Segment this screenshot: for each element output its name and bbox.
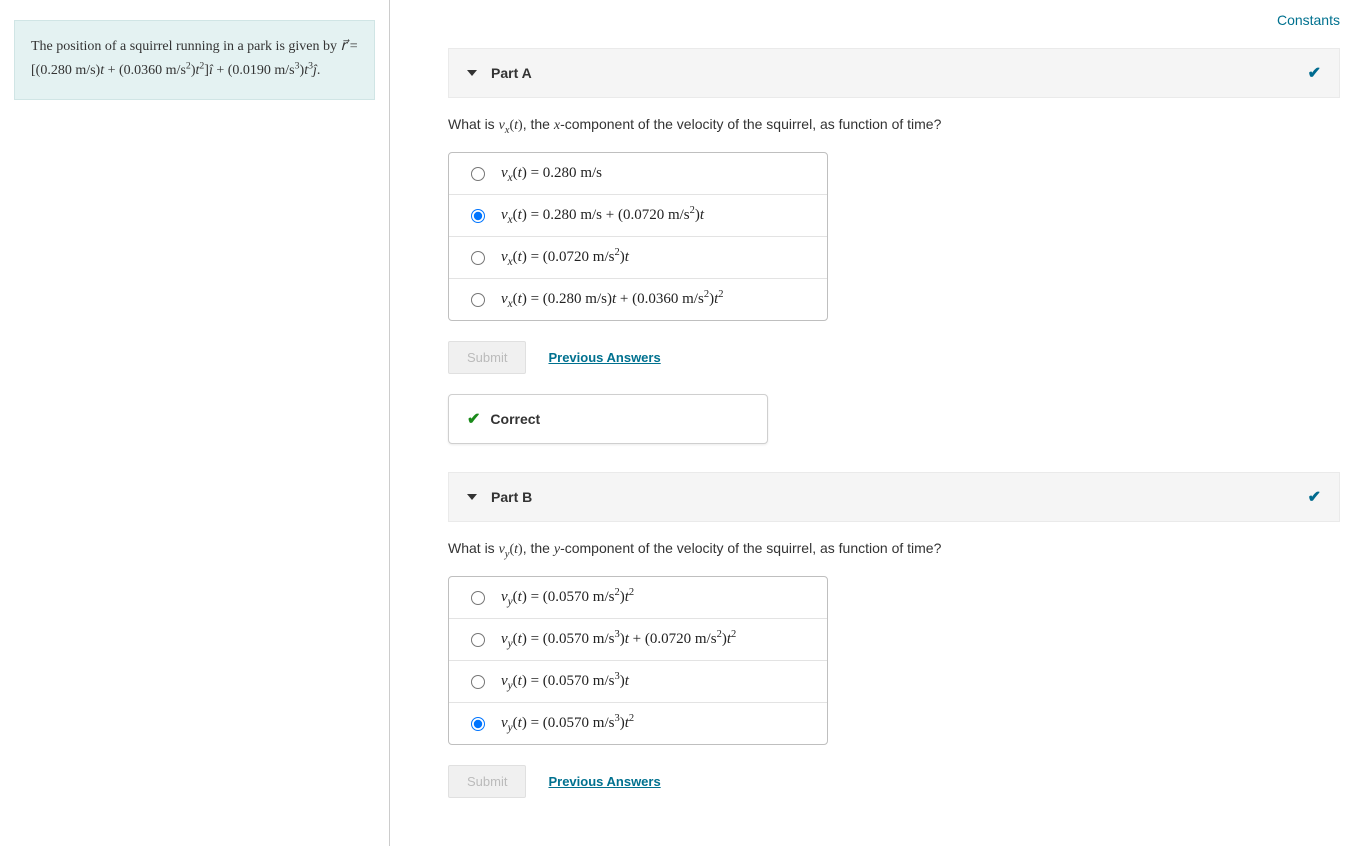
constants-link[interactable]: Constants: [1277, 12, 1340, 28]
part-b-choice[interactable]: vy(t) = (0.0570 m/s3)t2: [449, 703, 827, 744]
result-correct: ✔ Correct: [448, 394, 768, 444]
check-icon: ✔: [1308, 487, 1321, 507]
top-links: Constants: [448, 12, 1340, 28]
choice-label: vx(t) = (0.280 m/s)t + (0.0360 m/s2)t2: [501, 291, 723, 308]
radio-input[interactable]: [471, 633, 485, 647]
choice-label: vx(t) = 0.280 m/s + (0.0720 m/s2)t: [501, 207, 704, 224]
choice-label: vy(t) = (0.0570 m/s3)t: [501, 673, 629, 690]
check-icon: ✔: [1308, 63, 1321, 83]
part-a-choices: vx(t) = 0.280 m/s vx(t) = 0.280 m/s + (0…: [448, 152, 828, 321]
radio-input[interactable]: [471, 293, 485, 307]
radio-input[interactable]: [471, 167, 485, 181]
radio-input[interactable]: [471, 251, 485, 265]
submit-button[interactable]: Submit: [448, 765, 526, 798]
main-content: Constants Part A ✔ What is vx(t), the x-…: [390, 0, 1368, 846]
part-b-choice[interactable]: vy(t) = (0.0570 m/s2)t2: [449, 577, 827, 619]
choice-label: vy(t) = (0.0570 m/s3)t2: [501, 715, 634, 732]
part-b-choice[interactable]: vy(t) = (0.0570 m/s3)t + (0.0720 m/s2)t2: [449, 619, 827, 661]
check-icon: ✔: [467, 409, 480, 429]
radio-input[interactable]: [471, 591, 485, 605]
problem-statement: The position of a squirrel running in a …: [14, 20, 375, 100]
radio-input[interactable]: [471, 209, 485, 223]
choice-label: vx(t) = (0.0720 m/s2)t: [501, 249, 629, 266]
choice-label: vy(t) = (0.0570 m/s3)t + (0.0720 m/s2)t2: [501, 631, 736, 648]
part-a-question: What is vx(t), the x-component of the ve…: [448, 116, 1340, 134]
submit-button[interactable]: Submit: [448, 341, 526, 374]
part-b-header[interactable]: Part B ✔: [448, 472, 1340, 522]
problem-sidebar: The position of a squirrel running in a …: [0, 0, 390, 846]
part-a-title: Part A: [491, 65, 532, 81]
radio-input[interactable]: [471, 717, 485, 731]
choice-label: vy(t) = (0.0570 m/s2)t2: [501, 589, 634, 606]
previous-answers-link[interactable]: Previous Answers: [548, 350, 660, 365]
part-b-question: What is vy(t), the y-component of the ve…: [448, 540, 1340, 558]
choice-label: vx(t) = 0.280 m/s: [501, 165, 602, 182]
part-b-choices: vy(t) = (0.0570 m/s2)t2 vy(t) = (0.0570 …: [448, 576, 828, 745]
previous-answers-link[interactable]: Previous Answers: [548, 774, 660, 789]
part-a: Part A ✔ What is vx(t), the x-component …: [448, 48, 1340, 444]
part-a-choice[interactable]: vx(t) = 0.280 m/s + (0.0720 m/s2)t: [449, 195, 827, 237]
part-b-title: Part B: [491, 489, 532, 505]
caret-down-icon: [467, 70, 477, 76]
part-a-choice[interactable]: vx(t) = (0.280 m/s)t + (0.0360 m/s2)t2: [449, 279, 827, 320]
radio-input[interactable]: [471, 675, 485, 689]
caret-down-icon: [467, 494, 477, 500]
part-a-choice[interactable]: vx(t) = (0.0720 m/s2)t: [449, 237, 827, 279]
part-a-choice[interactable]: vx(t) = 0.280 m/s: [449, 153, 827, 195]
part-b-choice[interactable]: vy(t) = (0.0570 m/s3)t: [449, 661, 827, 703]
part-a-header[interactable]: Part A ✔: [448, 48, 1340, 98]
part-b: Part B ✔ What is vy(t), the y-component …: [448, 472, 1340, 798]
result-label: Correct: [490, 411, 540, 427]
